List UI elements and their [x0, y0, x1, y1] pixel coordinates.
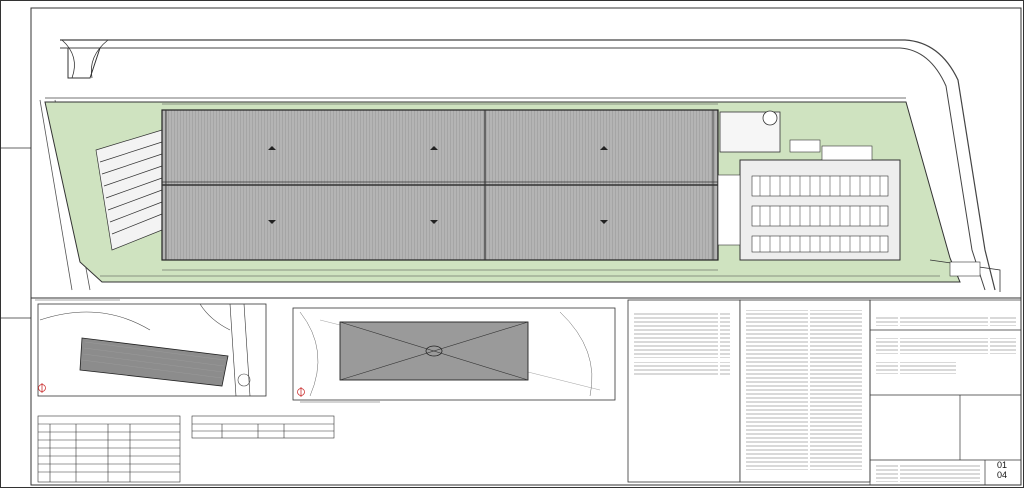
general-notes: [627, 299, 741, 483]
sheet-number: 01: [996, 460, 1007, 470]
roof-plan-detail-view: [292, 307, 616, 403]
guard-house: [789, 139, 821, 153]
location-detail-view: [37, 303, 267, 397]
technical-specifications: [739, 299, 871, 483]
water-tank: [762, 110, 778, 126]
sheet-number-box: 01 04: [987, 460, 1017, 484]
parking-area: [739, 159, 901, 261]
site-plan-drawing: [0, 0, 1024, 488]
drawing-sheet: 01 04: [0, 0, 1024, 488]
sheet-total: 04: [996, 470, 1007, 480]
